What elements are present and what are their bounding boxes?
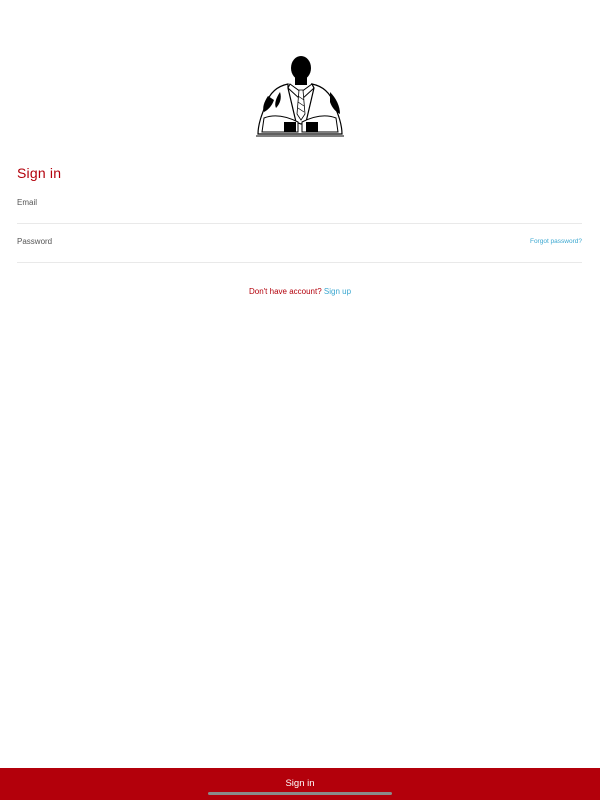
password-label: Password [17, 237, 53, 246]
home-indicator [208, 792, 392, 795]
sign-in-screen: Sign in Email Password Forgot password? … [0, 0, 600, 800]
signup-prompt-row: Don't have account? Sign up [0, 287, 600, 296]
sign-up-link[interactable]: Sign up [324, 287, 351, 296]
email-input[interactable] [17, 207, 497, 221]
password-input[interactable] [17, 246, 497, 260]
page-title: Sign in [17, 165, 62, 181]
signup-prompt-text: Don't have account? [248, 287, 322, 296]
sign-in-button-label: Sign in [285, 778, 315, 789]
password-field: Password Forgot password? [17, 236, 582, 263]
logo [250, 52, 350, 144]
email-label: Email [17, 198, 38, 207]
forgot-password-link[interactable]: Forgot password? [530, 238, 582, 245]
businessman-logo-icon [256, 56, 344, 137]
email-field: Email [17, 197, 582, 224]
sign-in-button[interactable]: Sign in [0, 768, 600, 800]
